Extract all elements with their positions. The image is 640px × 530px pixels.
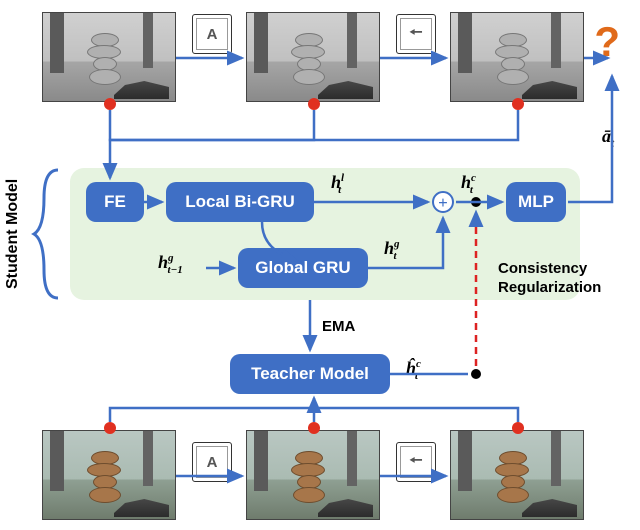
reddot-bot-2 [308,422,320,434]
key-a-bot-label: A [207,454,218,471]
frame-bot-3 [450,430,584,520]
frame-bot-1 [42,430,176,520]
mlp-label: MLP [518,192,554,212]
brace-icon [30,168,64,300]
student-model-label-text: Student Model [4,179,22,289]
consistency-text-1: Consistency [498,260,587,277]
teacher-label: Teacher Model [251,364,369,384]
student-model-label: Student Model [0,168,26,300]
key-left-bot: 🠔 [396,442,436,482]
label-abar: āt [602,126,614,150]
fe-block: FE [86,182,144,222]
frame-top-1 [42,12,176,102]
local-bigru-block: Local Bi-GRU [166,182,314,222]
reddot-top-1 [104,98,116,110]
fe-label: FE [104,192,126,212]
consistency-label-2: Regularization [498,279,601,296]
local-label: Local Bi-GRU [185,192,295,212]
label-hchat: ĥct [406,358,418,382]
teacher-block: Teacher Model [230,354,390,394]
key-a-bot: A [192,442,232,482]
label-hc: hct [461,172,473,196]
mlp-block: MLP [506,182,566,222]
node-hchat [471,369,481,379]
node-hc [471,197,481,207]
reddot-top-2 [308,98,320,110]
question-mark: ? [594,18,620,66]
reddot-bot-3 [512,422,524,434]
global-gru-block: Global GRU [238,248,368,288]
reddot-top-3 [512,98,524,110]
question-mark-text: ? [594,18,620,65]
frame-bot-2 [246,430,380,520]
ema-label: EMA [322,318,355,335]
consistency-label-1: Consistency [498,260,587,277]
key-left-label: 🠔 [409,22,422,47]
frame-top-2 [246,12,380,102]
ema-text: EMA [322,318,355,335]
key-left-bot-label: 🠔 [409,450,422,475]
label-hl: hlt [331,172,341,196]
key-left-top: 🠔 [396,14,436,54]
key-a-label: A [207,26,218,43]
consistency-text-2: Regularization [498,279,601,296]
global-label: Global GRU [255,258,350,278]
frame-top-3 [450,12,584,102]
label-hgprev: hgt−1 [158,252,183,276]
key-a-top: A [192,14,232,54]
reddot-bot-1 [104,422,116,434]
label-hg: hgt [384,238,397,262]
concat-plus: + [432,191,454,213]
